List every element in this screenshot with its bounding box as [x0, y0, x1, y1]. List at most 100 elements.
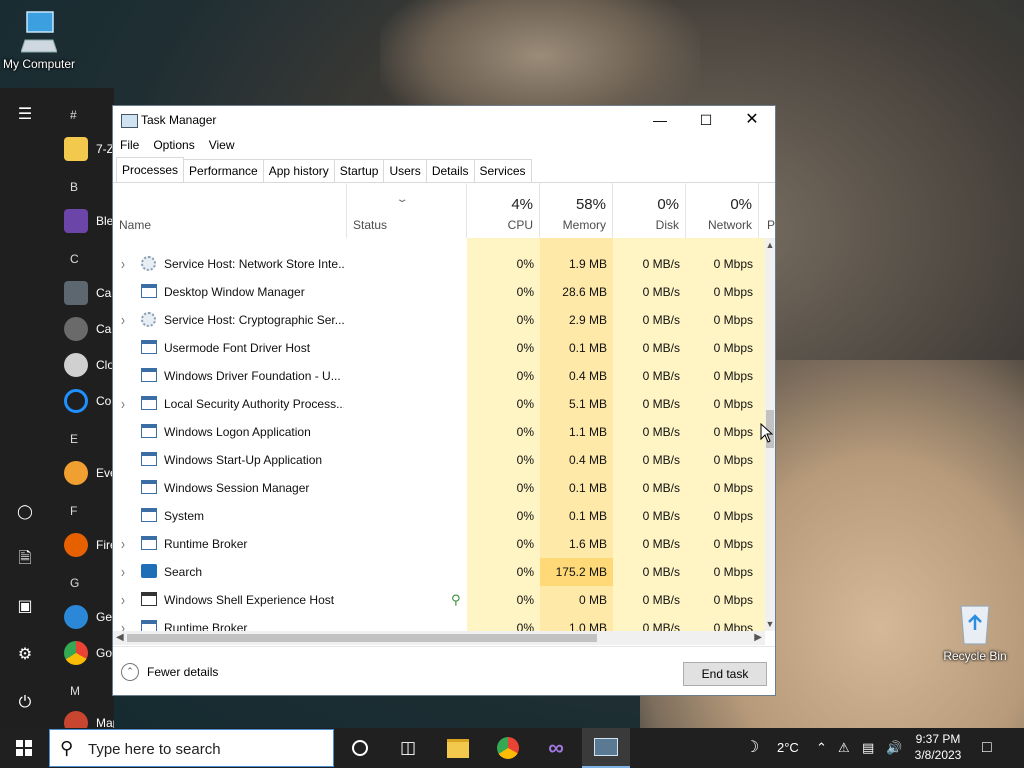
- start-app-everything[interactable]: Eve: [64, 460, 114, 486]
- horizontal-scrollbar[interactable]: ◀ ▶: [113, 631, 765, 645]
- column-header-disk[interactable]: 0% Disk: [613, 182, 686, 238]
- process-disk: 0 MB/s: [642, 509, 680, 523]
- process-row[interactable]: Windows Driver Foundation - U... 0% 0.4 MB…: [113, 362, 765, 390]
- network-icon[interactable]: ▤: [862, 728, 874, 768]
- start-app-get-help[interactable]: Ge: [64, 604, 112, 630]
- weather-icon[interactable]: ☽: [745, 728, 759, 768]
- tab-performance[interactable]: Performance: [183, 159, 264, 182]
- process-row[interactable]: › Runtime Broker 0% 1.0 MB 0 MB/s 0 Mbps: [113, 614, 765, 631]
- scroll-up-icon[interactable]: ▲: [765, 240, 775, 250]
- process-cpu: 0%: [516, 397, 534, 411]
- process-row[interactable]: › Service Host: Network Store Inte... 0% 1.…: [113, 250, 765, 278]
- process-disk: 0 MB/s: [642, 425, 680, 439]
- process-name: Runtime Broker: [164, 621, 248, 631]
- computer-icon: [20, 11, 58, 53]
- column-header-status[interactable]: Status: [347, 182, 467, 238]
- process-row[interactable]: Windows Session Manager 0% 0.1 MB 0 MB/s 0 M…: [113, 474, 765, 502]
- maximize-button[interactable]: ☐: [683, 106, 729, 134]
- taskbar-file-explorer[interactable]: [434, 728, 482, 768]
- start-letter[interactable]: E: [70, 432, 78, 446]
- start-letter[interactable]: M: [70, 684, 80, 698]
- volume-icon[interactable]: 🔊: [886, 728, 902, 768]
- process-row[interactable]: Windows Start-Up Application 0% 0.4 MB 0 MB…: [113, 446, 765, 474]
- power-icon[interactable]: ⏻: [14, 692, 36, 714]
- taskbar-search-box[interactable]: ⚲ Type here to search: [49, 729, 334, 767]
- start-app-7zip[interactable]: 7-Z: [64, 136, 114, 162]
- expand-chevron-icon[interactable]: ›: [121, 591, 125, 609]
- tab-details[interactable]: Details: [425, 159, 475, 182]
- cortana-button[interactable]: [336, 728, 384, 768]
- process-icon: [141, 396, 157, 410]
- process-disk: 0 MB/s: [642, 621, 680, 631]
- fewer-details-button[interactable]: ⌃ Fewer details: [121, 663, 218, 681]
- start-button[interactable]: [0, 728, 48, 768]
- hamburger-icon[interactable]: ☰: [14, 104, 36, 126]
- process-cpu: 0%: [516, 509, 534, 523]
- column-header-memory[interactable]: 58% Memory: [540, 182, 613, 238]
- horizontal-scroll-thumb[interactable]: [127, 634, 597, 642]
- process-row[interactable]: › Service Host: Cryptographic Ser... 0% 2.9…: [113, 306, 765, 334]
- menu-options[interactable]: Options: [146, 136, 201, 156]
- tab-users[interactable]: Users: [383, 159, 427, 182]
- column-header-power[interactable]: P: [759, 182, 775, 238]
- start-letter[interactable]: #: [70, 108, 77, 122]
- tab-services[interactable]: Services: [473, 159, 532, 182]
- task-view-button[interactable]: ◫: [384, 728, 432, 768]
- desktop-icon-recycle-bin[interactable]: Recycle Bin: [930, 600, 1020, 663]
- start-letter[interactable]: B: [70, 180, 78, 194]
- start-app-firefox[interactable]: Fire: [64, 532, 114, 558]
- title-bar[interactable]: Task Manager — ☐ ✕: [113, 106, 775, 134]
- start-letter[interactable]: G: [70, 576, 79, 590]
- start-app-clock[interactable]: Clo: [64, 352, 114, 378]
- desktop-icon-my-computer[interactable]: My Computer: [0, 10, 84, 71]
- start-app-camera[interactable]: Can: [64, 316, 114, 342]
- process-row[interactable]: Usermode Font Driver Host 0% 0.1 MB 0 MB/s 0…: [113, 334, 765, 362]
- document-icon[interactable]: 🗎: [14, 548, 36, 570]
- taskbar-visual-studio[interactable]: ∞: [532, 728, 580, 768]
- start-letter[interactable]: C: [70, 252, 79, 266]
- scroll-down-icon[interactable]: ▼: [765, 619, 775, 629]
- process-row[interactable]: Desktop Window Manager 0% 28.6 MB 0 MB/s 0 M…: [113, 278, 765, 306]
- gear-icon[interactable]: ⚙: [14, 644, 36, 666]
- process-row[interactable]: › Runtime Broker 0% 1.6 MB 0 MB/s 0 Mbps: [113, 530, 765, 558]
- expand-chevron-icon[interactable]: ›: [121, 311, 125, 329]
- pictures-icon[interactable]: ▣: [14, 596, 36, 618]
- column-header-name[interactable]: Name: [113, 182, 347, 238]
- start-app-blend[interactable]: Ble: [64, 208, 113, 234]
- start-app-calculator[interactable]: Cal: [64, 280, 114, 306]
- user-icon[interactable]: ◯: [14, 500, 36, 522]
- process-row[interactable]: Windows Logon Application 0% 1.1 MB 0 MB/s 0…: [113, 418, 765, 446]
- expand-chevron-icon[interactable]: ›: [121, 535, 125, 553]
- tab-processes[interactable]: Processes: [116, 157, 185, 182]
- end-task-button[interactable]: End task: [683, 662, 767, 686]
- scroll-left-icon[interactable]: ◀: [116, 631, 124, 645]
- scroll-right-icon[interactable]: ▶: [754, 631, 762, 645]
- menu-file[interactable]: File: [113, 136, 146, 156]
- close-button[interactable]: ✕: [729, 106, 775, 134]
- process-row[interactable]: › Search 0% 175.2 MB 0 MB/s 0 Mbps: [113, 558, 765, 586]
- temperature[interactable]: 2°C: [777, 728, 799, 768]
- menu-view[interactable]: View: [202, 136, 242, 156]
- tab-app-history[interactable]: App history: [262, 159, 335, 182]
- chevron-up-icon[interactable]: ⌃: [816, 728, 827, 768]
- security-icon[interactable]: ⚠: [838, 728, 850, 768]
- start-app-chrome[interactable]: Go: [64, 640, 112, 666]
- expand-chevron-icon[interactable]: ›: [121, 395, 125, 413]
- column-header-cpu[interactable]: 4% CPU: [467, 182, 540, 238]
- expand-chevron-icon[interactable]: ›: [121, 619, 125, 631]
- start-letter[interactable]: F: [70, 504, 77, 518]
- start-app-cortana[interactable]: Co: [64, 388, 111, 414]
- desktop-icon-label: My Computer: [2, 57, 76, 71]
- notification-icon[interactable]: □: [982, 728, 992, 768]
- column-header-network[interactable]: 0% Network: [686, 182, 759, 238]
- taskbar-chrome[interactable]: [484, 728, 532, 768]
- process-row[interactable]: System 0% 0.1 MB 0 MB/s 0 Mbps: [113, 502, 765, 530]
- process-row[interactable]: › Windows Shell Experience Host ⚲ 0% 0 MB 0 M…: [113, 586, 765, 614]
- clock[interactable]: 9:37 PM 3/8/2023: [906, 731, 970, 763]
- taskbar-task-manager[interactable]: [582, 728, 630, 768]
- expand-chevron-icon[interactable]: ›: [121, 563, 125, 581]
- tab-startup[interactable]: Startup: [333, 159, 385, 182]
- process-row[interactable]: › Local Security Authority Process... 0% 5.…: [113, 390, 765, 418]
- minimize-button[interactable]: —: [637, 106, 683, 134]
- expand-chevron-icon[interactable]: ›: [121, 255, 125, 273]
